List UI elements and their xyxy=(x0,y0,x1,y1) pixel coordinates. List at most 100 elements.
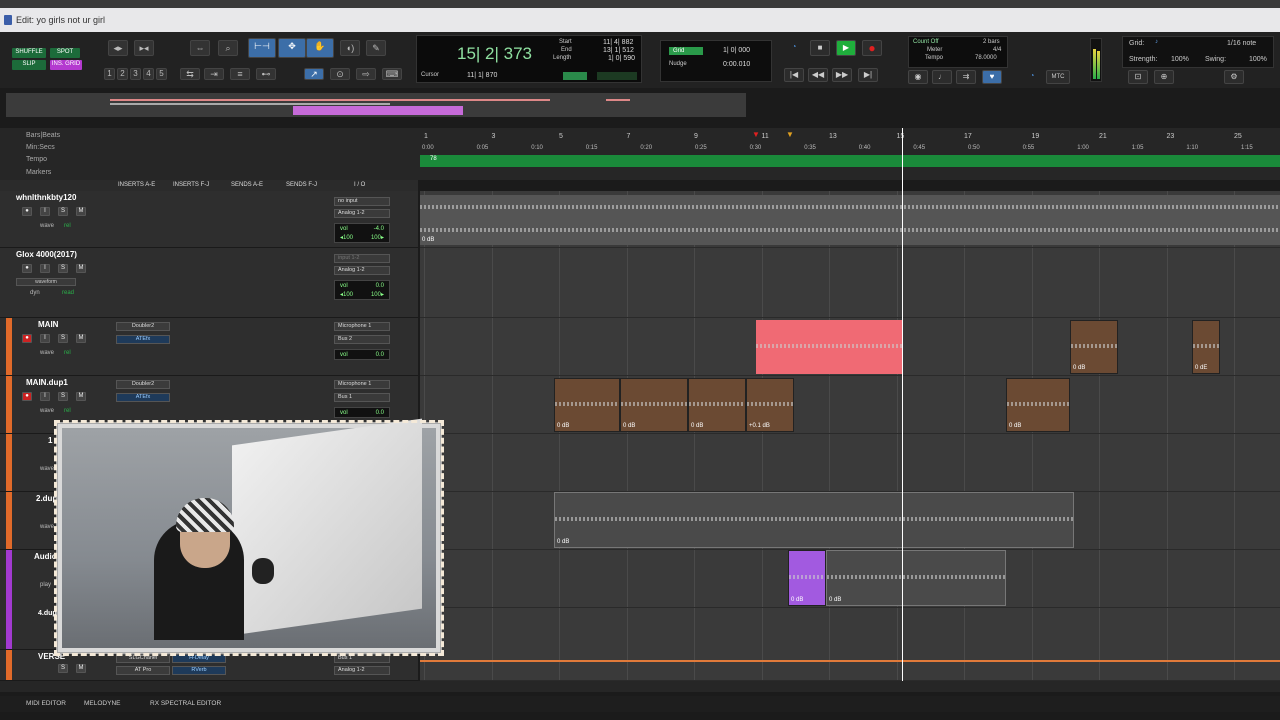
selection-end-marker[interactable]: ▼ xyxy=(786,130,794,139)
end-value[interactable]: 13| 1| 512 xyxy=(603,47,634,54)
volume-box[interactable]: vol 0.0 xyxy=(334,349,390,360)
go-to-end-button[interactable]: ▶| xyxy=(858,68,878,82)
online-icon[interactable]: ◔ xyxy=(784,40,804,56)
record-enable-icon[interactable]: ● xyxy=(22,207,32,216)
audio-clip[interactable]: 0 dB xyxy=(826,550,1006,606)
audio-clip[interactable]: 0 dB xyxy=(554,492,1074,548)
record-enable-icon[interactable]: ● xyxy=(22,392,32,401)
insert-plugin[interactable]: RVerb xyxy=(172,666,226,675)
tab-rx-spectral-editor[interactable]: RX SPECTRAL EDITOR xyxy=(150,700,221,707)
tab-midi-editor[interactable]: MIDI EDITOR xyxy=(26,700,66,707)
slip-mode-button[interactable]: SLIP xyxy=(12,60,46,70)
audio-clip[interactable]: 0 dB xyxy=(620,378,688,432)
output-selector[interactable]: Bus 1 xyxy=(334,393,390,402)
audio-clip[interactable]: 0 dB xyxy=(688,378,746,432)
scrubber-tool-icon[interactable]: ◖) xyxy=(340,40,360,56)
smart-tool-icon[interactable]: ✥ xyxy=(278,38,306,58)
input-selector[interactable]: input 1-2 xyxy=(334,254,390,263)
volume-box[interactable]: vol 0.0 xyxy=(334,407,390,418)
timeline-area[interactable]: 0 dB 0 dB 0 dE 0 dB 0 dB 0 dB +0.1 dB 0 … xyxy=(420,191,1280,681)
stop-button[interactable]: ■ xyxy=(810,40,830,56)
output-selector[interactable]: Analog 1-2 xyxy=(334,209,390,218)
track-name[interactable]: Glox 4000(2017) xyxy=(16,250,77,259)
audio-clip[interactable]: +0.1 dB xyxy=(746,378,794,432)
input-selector[interactable]: Microphone 1 xyxy=(334,380,390,389)
swing-value[interactable]: 100% xyxy=(1249,56,1267,63)
mute-button[interactable]: M xyxy=(76,264,86,273)
track-row[interactable]: VERSE S M SLGChanel AT Pro H-Delay RVerb… xyxy=(0,650,418,681)
track-view-selector[interactable]: wave xyxy=(40,350,54,356)
keyboard-focus-icon[interactable]: ⌨ xyxy=(382,68,402,80)
audio-clip-selected[interactable]: 0 dB xyxy=(788,550,826,606)
tempo-map-icon[interactable]: ♥ xyxy=(982,70,1002,84)
pencil-tool-icon[interactable]: ✎ xyxy=(366,40,386,56)
mute-button[interactable]: M xyxy=(76,392,86,401)
loop-playback-icon[interactable]: ⊡ xyxy=(1128,70,1148,84)
count-off-value[interactable]: 2 bars xyxy=(983,39,1000,45)
tempo-value[interactable]: 78.0000 xyxy=(975,55,997,61)
track-extra-view[interactable]: dyn xyxy=(30,290,40,296)
horizontal-scrollbar[interactable] xyxy=(0,681,1280,692)
zoom-fit-icon[interactable]: ⊕ xyxy=(1154,70,1174,84)
input-monitor-button[interactable]: I xyxy=(40,334,50,343)
link-timeline-icon[interactable]: ⊷ xyxy=(256,68,276,80)
zoom-in-horizontal-icon[interactable]: ▸◂ xyxy=(134,40,154,56)
track-view-selector[interactable]: wave xyxy=(40,223,54,229)
length-value[interactable]: 1| 0| 590 xyxy=(608,55,635,62)
insert-plugin[interactable]: Doubler2 xyxy=(116,380,170,389)
rewind-button[interactable]: ◀◀ xyxy=(808,68,828,82)
insert-plugin[interactable]: ATEfx xyxy=(116,393,170,402)
insert-plugin[interactable]: AT Pro xyxy=(116,666,170,675)
track-lane[interactable] xyxy=(420,248,1280,318)
track-name[interactable]: VERSE xyxy=(38,652,65,661)
tab-to-transient-icon[interactable]: ⇥ xyxy=(204,68,224,80)
track-row[interactable]: Glox 4000(2017) ● I S M waveform dyn rea… xyxy=(0,248,418,318)
metronome-icon[interactable]: ♩ xyxy=(932,70,952,84)
automation-mode[interactable]: rel xyxy=(64,408,71,414)
trim-tool-icon[interactable]: ⊢⊣ xyxy=(248,38,276,58)
wait-for-note-icon[interactable]: ◉ xyxy=(908,70,928,84)
insert-plugin[interactable]: SLGChanel xyxy=(116,654,170,663)
automation-mode[interactable]: rel xyxy=(64,350,71,356)
insert-plugin[interactable]: H-Delay xyxy=(172,654,226,663)
spot-mode-button[interactable]: SPOT xyxy=(50,48,80,58)
mute-button[interactable]: M xyxy=(76,334,86,343)
play-button[interactable]: ▶ xyxy=(836,40,856,56)
solo-button[interactable]: S xyxy=(58,334,68,343)
track-view-selector[interactable]: wave xyxy=(40,408,54,414)
track-lane[interactable]: 0 dB 0 dB 0 dB +0.1 dB 0 dB xyxy=(420,376,1280,434)
record-enable-icon[interactable]: ● xyxy=(22,334,32,343)
volume-pan-box[interactable]: vol 0.0 ◂100 100▸ xyxy=(334,280,390,300)
track-name[interactable]: MAIN xyxy=(38,320,58,329)
grid-mode-button[interactable]: INS. GRID xyxy=(50,60,82,70)
track-view-selector[interactable]: wave xyxy=(40,524,54,530)
audio-clip[interactable]: 0 dB xyxy=(554,378,620,432)
solo-button[interactable]: S xyxy=(58,264,68,273)
record-enable-icon[interactable]: ● xyxy=(22,264,32,273)
solo-button[interactable]: S xyxy=(58,392,68,401)
input-selector[interactable]: Microphone 1 xyxy=(334,322,390,331)
strength-value[interactable]: 100% xyxy=(1171,56,1189,63)
input-selector[interactable]: Bus 1 xyxy=(334,654,390,663)
track-row[interactable]: MAIN ● I S M wave rel Doubler2 ATEfx Mic… xyxy=(0,318,418,376)
zoom-out-horizontal-icon[interactable]: ◂▸ xyxy=(108,40,128,56)
record-button[interactable]: ● xyxy=(862,40,882,56)
zoom-preset-2[interactable]: 2 xyxy=(117,68,128,80)
input-monitor-button[interactable]: I xyxy=(40,392,50,401)
grid-setting-value[interactable]: 1/16 note xyxy=(1227,40,1256,47)
insertion-follows-icon[interactable]: ⇨ xyxy=(356,68,376,80)
input-monitor-button[interactable]: I xyxy=(40,264,50,273)
solo-button[interactable]: S xyxy=(58,207,68,216)
link-track-selection-icon[interactable]: ⊙ xyxy=(330,68,350,80)
track-lane[interactable] xyxy=(420,434,1280,492)
automation-mode[interactable]: rel xyxy=(64,223,71,229)
insert-plugin[interactable]: ATEfx xyxy=(116,335,170,344)
start-value[interactable]: 11| 4| 882 xyxy=(603,39,633,46)
playhead-cursor[interactable] xyxy=(902,128,903,681)
count-off-label[interactable]: Count Off xyxy=(913,39,939,45)
nudge-value[interactable]: 0:00.010 xyxy=(723,61,750,68)
output-selector[interactable]: Analog 1-2 xyxy=(334,666,390,675)
zoom-preset-4[interactable]: 4 xyxy=(143,68,154,80)
mute-button[interactable]: M xyxy=(76,664,86,673)
session-overview[interactable] xyxy=(6,93,746,117)
